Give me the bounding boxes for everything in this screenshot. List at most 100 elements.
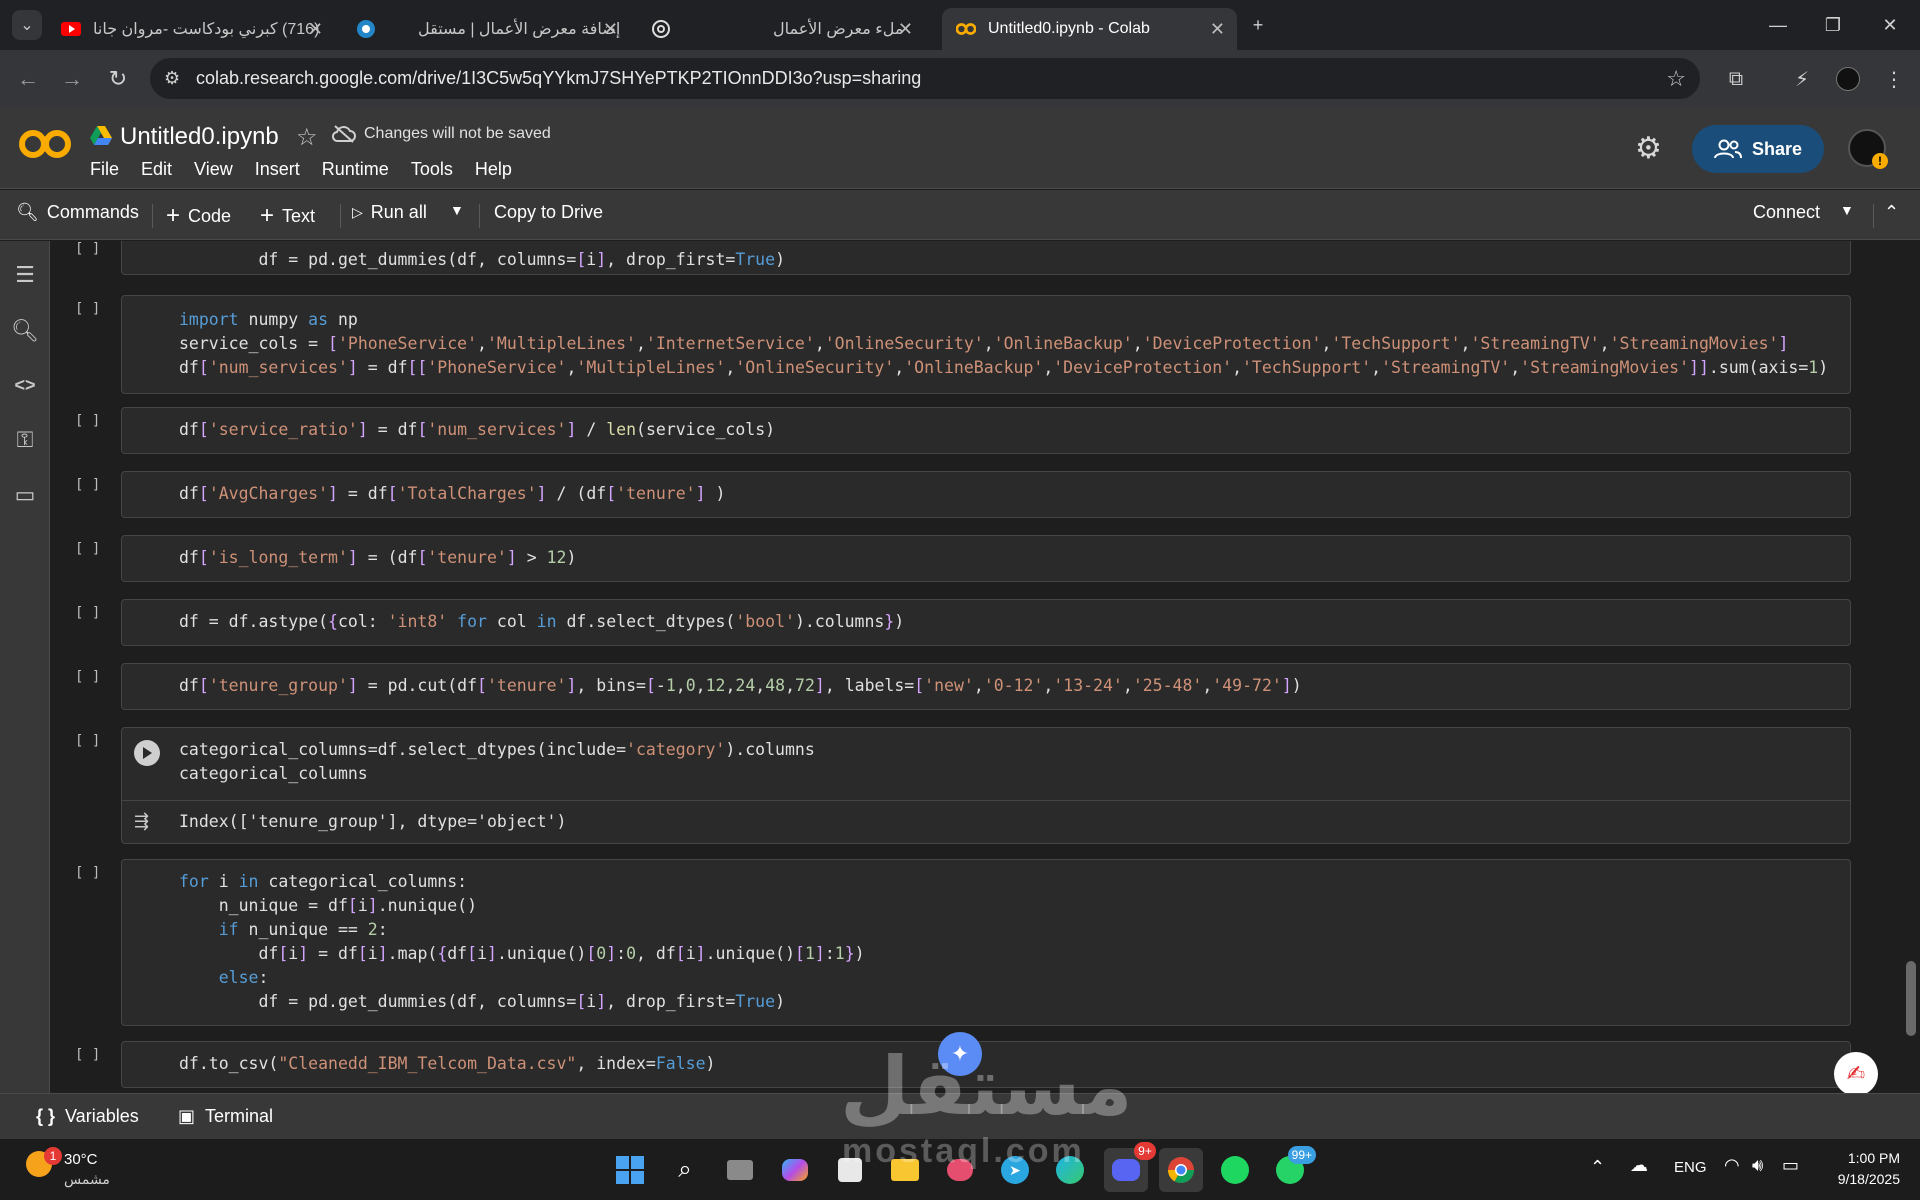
caret-down-icon: ▼ [450, 202, 464, 218]
site-settings-icon[interactable]: ⚙ [164, 68, 180, 89]
secrets-key-icon[interactable]: ⚿ [11, 426, 39, 454]
run-options-dropdown[interactable]: ▼ [450, 202, 464, 218]
tab-mostaql[interactable]: إضافة معرض الأعمال | مستقل ✕ [350, 8, 630, 50]
add-code-button[interactable]: + Code [166, 202, 231, 230]
extensions-icon[interactable]: ⧉ [1720, 63, 1752, 95]
battery-icon[interactable]: ▭ [1782, 1155, 1799, 1176]
clock-date[interactable]: 9/18/2025 [1820, 1171, 1900, 1187]
people-icon [1713, 139, 1742, 159]
code-cell[interactable]: import numpy as np service_cols = ['Phon… [121, 295, 1851, 394]
commands-button[interactable]: 🔍︎ Commands [16, 202, 139, 223]
close-window-icon[interactable]: ✕ [1875, 10, 1905, 40]
cell-execution-bracket: [ ] [75, 241, 101, 257]
close-icon[interactable]: ✕ [1210, 19, 1225, 40]
profile-icon[interactable] [1832, 63, 1864, 95]
variables-button[interactable]: { } Variables [36, 1106, 139, 1127]
restore-icon[interactable]: ❐ [1818, 10, 1848, 40]
output-toggle-icon[interactable]: ⇶ [134, 811, 149, 832]
browser-menu-icon[interactable]: ⋮ [1878, 63, 1910, 95]
tab-youtube[interactable]: (716) كبرني بودكاست -مروان جانا ✕ [55, 8, 335, 50]
menu-file[interactable]: File [90, 159, 119, 180]
notebook-scrollbar[interactable] [1906, 961, 1916, 1036]
code-cell[interactable]: df['tenure_group'] = pd.cut(df['tenure']… [121, 663, 1851, 710]
url-text: colab.research.google.com/drive/1I3C5w5q… [196, 68, 922, 88]
weather-badge: 1 [44, 1147, 62, 1165]
connect-label: Connect [1753, 202, 1821, 222]
code-line: df['AvgCharges'] = df['TotalCharges'] / … [179, 484, 726, 503]
show-hidden-icons-icon[interactable]: ⌃ [1590, 1157, 1605, 1178]
clock-time[interactable]: 1:00 PM [1840, 1150, 1900, 1166]
run-cell-button[interactable] [134, 740, 160, 766]
code-cell[interactable]: categorical_columns=df.select_dtypes(inc… [121, 727, 1851, 844]
forward-icon[interactable]: → [56, 63, 88, 95]
search-icon[interactable]: ⌕ [667, 1152, 703, 1188]
menu-edit[interactable]: Edit [141, 159, 172, 180]
share-button[interactable]: Share [1692, 125, 1824, 173]
tab-search-button[interactable]: ⌄ [12, 10, 42, 40]
chrome-icon[interactable] [1159, 1148, 1203, 1192]
copilot-icon[interactable] [777, 1152, 813, 1188]
menu-tools[interactable]: Tools [411, 159, 453, 180]
tab-chatgpt[interactable]: ملء معرض الأعمال ✕ [645, 8, 925, 50]
notebook-toolbar: 🔍︎ Commands + Code + Text ▷ Run all ▼ Co… [0, 190, 1920, 240]
code-cell[interactable]: for i in categorical_columns: n_unique =… [121, 859, 1851, 1026]
onedrive-icon[interactable]: ☁ [1630, 1155, 1648, 1176]
code-line: df = pd.get_dummies(df, columns=[i], dro… [179, 250, 785, 269]
language-indicator[interactable]: ENG [1674, 1159, 1707, 1176]
reload-icon[interactable]: ↻ [102, 63, 134, 95]
code-block: import numpy as np service_cols = ['Phon… [179, 310, 1829, 377]
volume-icon[interactable]: 🔊︎ [1752, 1155, 1763, 1176]
star-icon[interactable]: ☆ [296, 123, 318, 152]
copy-to-drive-button[interactable]: Copy to Drive [494, 202, 603, 223]
close-icon[interactable]: ✕ [603, 19, 618, 40]
close-icon[interactable]: ✕ [898, 19, 913, 40]
code-cell[interactable]: df = df.astype({col: 'int8' for col in d… [121, 599, 1851, 646]
minimize-icon[interactable]: — [1763, 10, 1793, 40]
code-line: df.to_csv("Cleanedd_IBM_Telcom_Data.csv"… [179, 1054, 716, 1073]
connect-options-dropdown[interactable]: ▼ [1840, 202, 1854, 218]
share-label: Share [1751, 138, 1803, 159]
menu-help[interactable]: Help [475, 159, 512, 180]
code-cell[interactable]: df['AvgCharges'] = df['TotalCharges'] / … [121, 471, 1851, 518]
pdf-extension-icon[interactable]: ✍ [1834, 1052, 1878, 1096]
files-folder-icon[interactable]: ▭ [11, 481, 39, 509]
wifi-icon[interactable]: ◠ [1724, 1155, 1740, 1176]
code-cell[interactable]: df['service_ratio'] = df['num_services']… [121, 407, 1851, 454]
youtube-icon [61, 19, 81, 39]
back-icon[interactable]: ← [12, 63, 44, 95]
colab-logo-icon[interactable] [18, 127, 72, 161]
collapse-header-button[interactable]: ⌃ [1884, 202, 1899, 223]
table-of-contents-icon[interactable]: ☰ [11, 261, 39, 289]
search-icon: 🔍︎ [16, 202, 39, 222]
bookmark-star-icon[interactable]: ☆ [1666, 66, 1686, 92]
run-all-button[interactable]: ▷ Run all [352, 202, 427, 223]
whatsapp-icon[interactable]: 99+ [1272, 1146, 1316, 1188]
code-snippets-icon[interactable]: <> [11, 371, 39, 399]
address-bar[interactable]: ⚙ colab.research.google.com/drive/1I3C5w… [150, 58, 1700, 99]
menu-runtime[interactable]: Runtime [322, 159, 389, 180]
spotify-icon[interactable] [1217, 1152, 1253, 1188]
tab-colab[interactable]: Untitled0.ipynb - Colab ✕ [942, 8, 1237, 50]
task-view-icon[interactable] [722, 1152, 758, 1188]
find-replace-icon[interactable]: 🔍︎ [11, 317, 39, 345]
close-icon[interactable]: ✕ [308, 19, 323, 40]
weather-sun-icon[interactable]: 1 [26, 1147, 62, 1177]
notebook-title[interactable]: Untitled0.ipynb [120, 123, 279, 151]
code-cell[interactable]: df = pd.get_dummies(df, columns=[i], dro… [121, 241, 1851, 275]
connect-button[interactable]: Connect [1753, 202, 1820, 223]
new-tab-icon[interactable]: + [1243, 10, 1273, 40]
settings-gear-icon[interactable]: ⚙ [1635, 131, 1662, 166]
menu-insert[interactable]: Insert [255, 159, 300, 180]
terminal-button[interactable]: ▣ Terminal [178, 1106, 273, 1127]
avatar[interactable]: ! [1848, 129, 1888, 169]
performance-icon[interactable]: ⚡ [1786, 63, 1818, 95]
drive-icon[interactable] [90, 126, 112, 146]
code-cell[interactable]: df['is_long_term'] = (df['tenure'] > 12) [121, 535, 1851, 582]
discord-icon[interactable]: 9+ [1104, 1142, 1156, 1192]
add-text-button[interactable]: + Text [260, 202, 315, 230]
cloud-off-icon [332, 125, 356, 143]
toolbar-divider [340, 204, 341, 228]
tab-title: Untitled0.ipynb - Colab [988, 20, 1150, 37]
menu-view[interactable]: View [194, 159, 233, 180]
windows-start-icon[interactable] [612, 1152, 648, 1188]
